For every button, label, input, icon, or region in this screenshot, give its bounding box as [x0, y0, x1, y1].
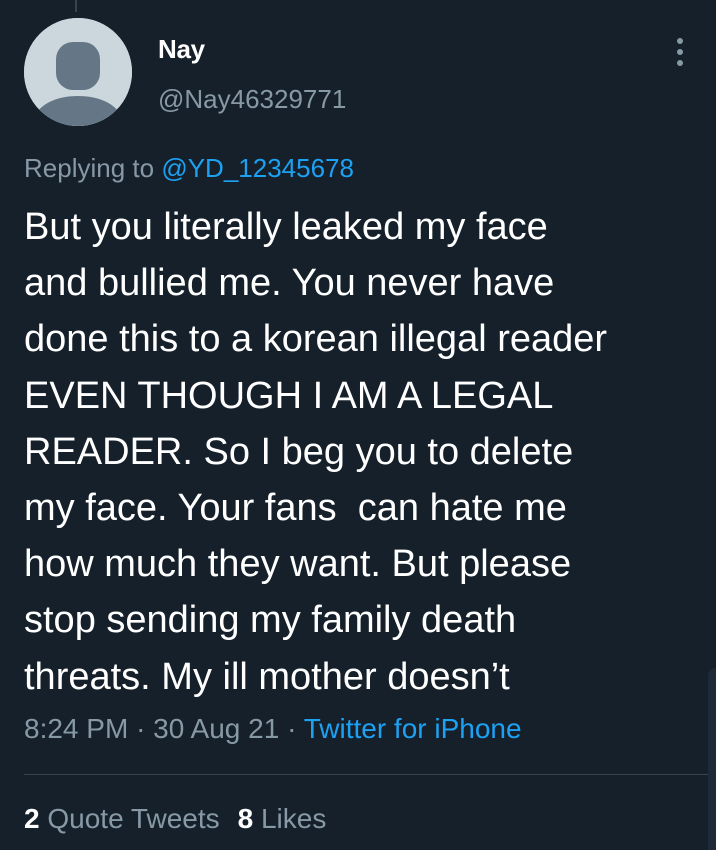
meta-separator: ·: [136, 713, 146, 744]
replying-to-label: Replying to: [24, 153, 155, 183]
stats-divider: [24, 774, 710, 775]
quote-tweets-stat[interactable]: 2 Quote Tweets: [24, 803, 220, 834]
replying-to-line: Replying to @YD_12345678: [24, 153, 354, 184]
tweet-body: But you literally leaked my face and bull…: [24, 199, 710, 705]
quote-tweets-label: Quote Tweets: [47, 803, 220, 834]
tweet-text-line: stop sending my family death: [24, 599, 517, 642]
tweet-date[interactable]: 30 Aug 21: [153, 713, 279, 744]
quote-tweets-count: 2: [24, 803, 40, 834]
scrollbar[interactable]: [708, 668, 716, 850]
tweet-text-line: READER. So I beg you to delete: [24, 430, 574, 473]
author-display-name[interactable]: Nay: [158, 34, 205, 65]
author-handle[interactable]: @Nay46329771: [158, 84, 346, 115]
tweet-text-line: my face. Your fans can hate me: [24, 487, 567, 530]
tweet-source-link[interactable]: Twitter for iPhone: [304, 713, 522, 744]
tweet-text-line: But you literally leaked my face: [24, 206, 548, 248]
tweet-text-line: EVEN THOUGH I AM A LEGAL: [24, 374, 554, 417]
thread-connector-line: [75, 0, 77, 12]
tweet-text-line: how much they want. But please: [24, 543, 572, 586]
tweet-metadata: 8:24 PM · 30 Aug 21 · Twitter for iPhone: [24, 713, 522, 745]
more-vertical-icon[interactable]: [668, 34, 692, 70]
tweet-text-line: and bullied me. You never have: [24, 262, 555, 305]
tweet-text-line: done this to a korean illegal reader: [24, 318, 608, 361]
meta-separator: ·: [287, 713, 297, 744]
replying-to-mention-link[interactable]: @YD_12345678: [161, 153, 354, 183]
likes-stat[interactable]: 8 Likes: [238, 803, 327, 834]
tweet-time[interactable]: 8:24 PM: [24, 713, 128, 744]
avatar[interactable]: [24, 18, 132, 126]
tweet-text-line: threats. My ill mother doesn’t: [24, 655, 510, 698]
likes-label: Likes: [260, 803, 327, 834]
tweet-stats: 2 Quote Tweets 8 Likes: [24, 803, 344, 835]
default-avatar-icon: [24, 18, 132, 126]
likes-count: 8: [237, 803, 254, 834]
